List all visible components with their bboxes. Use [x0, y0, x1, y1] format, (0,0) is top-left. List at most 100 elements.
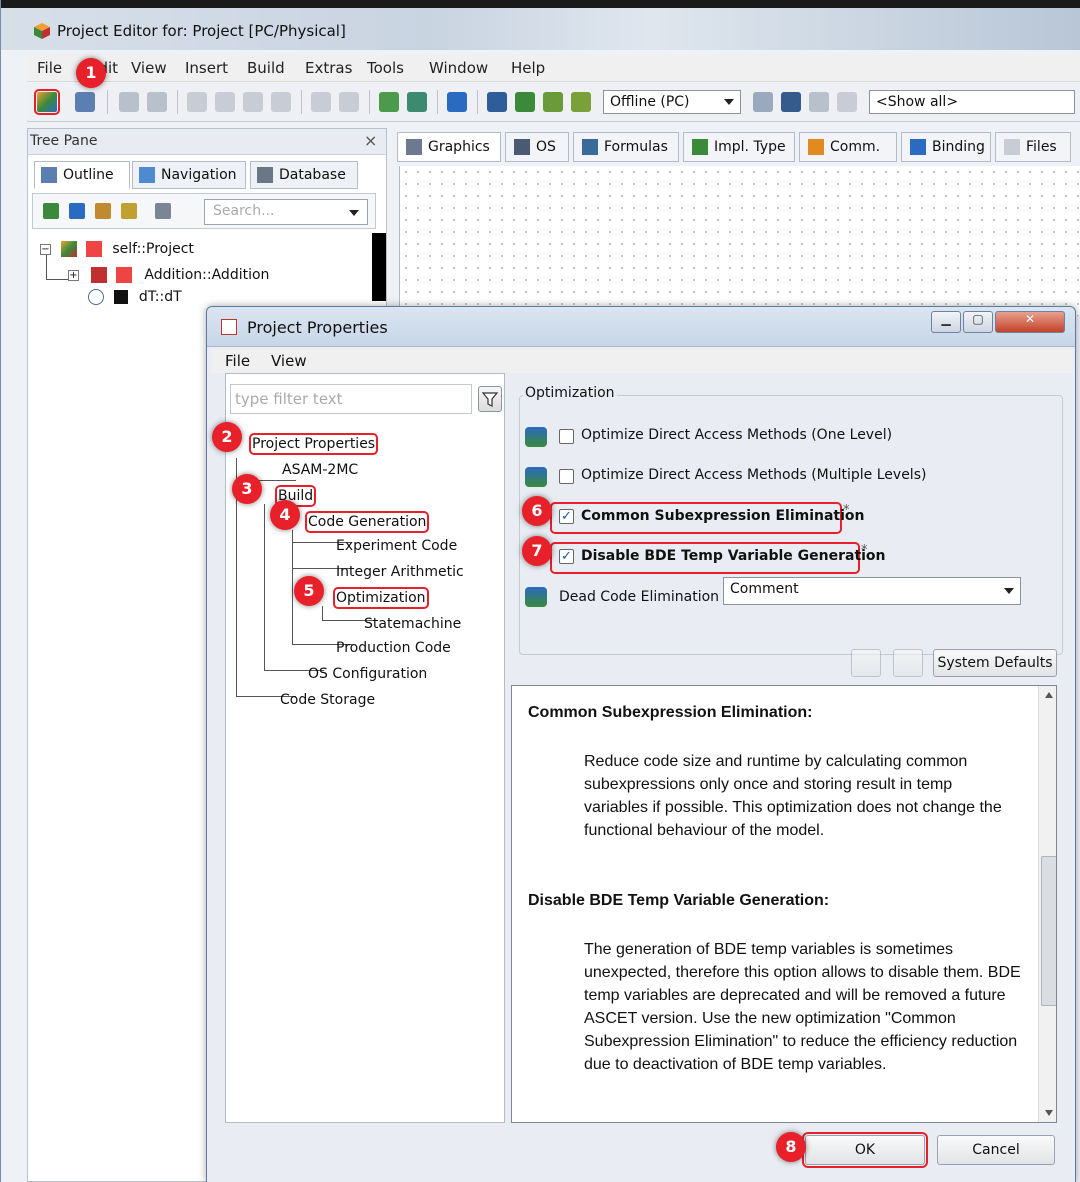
nav-code-storage[interactable]: Code Storage: [280, 692, 375, 708]
transfer-icon[interactable]: [543, 92, 563, 112]
generate-code-icon[interactable]: [379, 92, 399, 112]
option-label: Disable BDE Temp Variable Generation: [581, 548, 886, 564]
cancel-button[interactable]: Cancel: [937, 1135, 1055, 1165]
nav-statemachine[interactable]: Statemachine: [364, 616, 461, 632]
scrollbar-thumb[interactable]: [1041, 856, 1056, 1006]
undo-icon[interactable]: [311, 92, 331, 112]
tab-navigation[interactable]: Navigation: [132, 161, 246, 189]
collapse-icon[interactable]: −: [40, 243, 51, 255]
menu-insert[interactable]: Insert: [185, 59, 228, 77]
tree-item-dt[interactable]: dT::dT: [88, 289, 182, 305]
collapse-all-icon[interactable]: [121, 203, 137, 219]
monitor-icon[interactable]: [781, 92, 801, 112]
option-cse[interactable]: ✓ Common Subexpression Elimination: [550, 502, 865, 534]
target-select[interactable]: Offline (PC): [603, 90, 741, 114]
build-icon[interactable]: [407, 92, 427, 112]
filter-input[interactable]: type filter text: [230, 384, 472, 414]
minimize-button[interactable]: ▁: [931, 311, 961, 333]
tab-database[interactable]: Database: [250, 161, 358, 189]
cut-icon[interactable]: [187, 92, 207, 112]
print-icon[interactable]: [147, 92, 167, 112]
export-icon[interactable]: [809, 92, 829, 112]
delete-icon[interactable]: [271, 92, 291, 112]
scroll-up-icon[interactable]: [1045, 692, 1053, 698]
nav-os-configuration[interactable]: OS Configuration: [308, 666, 427, 682]
sort-az-icon[interactable]: [69, 203, 85, 219]
graphics-canvas[interactable]: [399, 166, 1080, 316]
help-title-cse: Common Subexpression Elimination:: [528, 704, 813, 721]
help-scrollbar[interactable]: [1038, 686, 1056, 1122]
tab-formulas[interactable]: Formulas: [573, 132, 679, 162]
dialog-menu-view[interactable]: View: [271, 352, 307, 370]
menu-tools[interactable]: Tools: [367, 59, 404, 77]
tree-item-project[interactable]: − self::Project: [40, 241, 194, 257]
option-disable-bde[interactable]: ✓ Disable BDE Temp Variable Generation: [550, 542, 886, 574]
nav-production-code[interactable]: Production Code: [336, 640, 451, 656]
export-settings-button[interactable]: [893, 649, 923, 677]
link-icon[interactable]: [155, 203, 171, 219]
tab-outline[interactable]: Outline: [34, 161, 130, 189]
nav-project-properties[interactable]: Project Properties: [248, 433, 379, 455]
tree-item-label: self::Project: [112, 241, 194, 257]
dialog-menu-file[interactable]: File: [225, 352, 250, 370]
option-label: Optimize Direct Access Methods (One Leve…: [581, 427, 893, 443]
import-icon[interactable]: [837, 92, 857, 112]
project-cube-icon: [61, 241, 78, 257]
redo-icon[interactable]: [339, 92, 359, 112]
show-filter-select[interactable]: <Show all>: [869, 90, 1075, 114]
reconnect-icon[interactable]: [571, 92, 591, 112]
dialog-title: Project Properties: [247, 318, 388, 337]
tree-item-addition[interactable]: + Addition::Addition: [68, 267, 269, 283]
copy-icon[interactable]: [215, 92, 235, 112]
filter-tree-icon[interactable]: [43, 203, 59, 219]
experiment-icon[interactable]: [515, 92, 535, 112]
system-defaults-button[interactable]: System Defaults: [933, 649, 1057, 677]
checkbox-cse[interactable]: ✓: [559, 509, 574, 524]
checkbox-direct-access-one[interactable]: [559, 429, 574, 444]
expand-icon[interactable]: +: [68, 269, 79, 281]
ok-button[interactable]: OK: [802, 1132, 928, 1168]
tab-comm[interactable]: Comm.: [799, 132, 897, 162]
nav-code-generation[interactable]: Code Generation: [304, 511, 430, 533]
tab-database-label: Database: [279, 167, 346, 183]
checkbox-direct-access-multi[interactable]: [559, 469, 574, 484]
project-properties-icon[interactable]: [34, 89, 60, 115]
project-properties-dialog: Project Properties ▁ ▢ ✕ File View type …: [206, 306, 1076, 1182]
navigation-icon: [139, 167, 155, 183]
tab-files[interactable]: Files: [995, 132, 1071, 162]
add-component-icon[interactable]: [447, 92, 467, 112]
paste-icon[interactable]: [243, 92, 263, 112]
nav-asam-2mc[interactable]: ASAM-2MC: [282, 462, 358, 478]
save-icon[interactable]: [119, 92, 139, 112]
menu-extras[interactable]: Extras: [305, 59, 352, 77]
menu-file[interactable]: File: [37, 59, 62, 77]
nav-experiment-code[interactable]: Experiment Code: [336, 538, 457, 554]
menu-view[interactable]: View: [131, 59, 167, 77]
tree-item-label: dT::dT: [138, 289, 182, 305]
expand-all-icon[interactable]: [95, 203, 111, 219]
settings-icon[interactable]: [753, 92, 773, 112]
close-button[interactable]: ✕: [995, 311, 1065, 333]
menu-build[interactable]: Build: [247, 59, 285, 77]
tab-impl-type[interactable]: Impl. Type: [683, 132, 795, 162]
filter-funnel-icon[interactable]: [478, 386, 502, 412]
maximize-button[interactable]: ▢: [963, 311, 993, 333]
tab-graphics[interactable]: Graphics: [397, 132, 501, 162]
menu-window[interactable]: Window: [429, 59, 488, 77]
tab-os[interactable]: OS: [505, 132, 569, 162]
tab-navigation-label: Navigation: [161, 167, 237, 183]
nav-integer-arithmetic[interactable]: Integer Arithmetic: [336, 564, 464, 580]
close-icon[interactable]: ×: [364, 131, 377, 150]
help-title-bde: Disable BDE Temp Variable Generation:: [528, 892, 830, 909]
import-settings-button[interactable]: [851, 649, 881, 677]
scroll-down-icon[interactable]: [1045, 1110, 1053, 1116]
tab-binding[interactable]: Binding: [901, 132, 991, 162]
menu-help[interactable]: Help: [511, 59, 545, 77]
checkbox-disable-bde[interactable]: ✓: [559, 549, 574, 564]
nav-optimization[interactable]: Optimization: [333, 587, 429, 609]
dead-code-select[interactable]: Comment: [723, 577, 1021, 605]
tree-search-input[interactable]: Search...: [204, 199, 368, 225]
chevron-down-icon: [724, 99, 734, 105]
tree-layout-icon[interactable]: [75, 92, 95, 112]
open-experiment-icon[interactable]: [487, 92, 507, 112]
